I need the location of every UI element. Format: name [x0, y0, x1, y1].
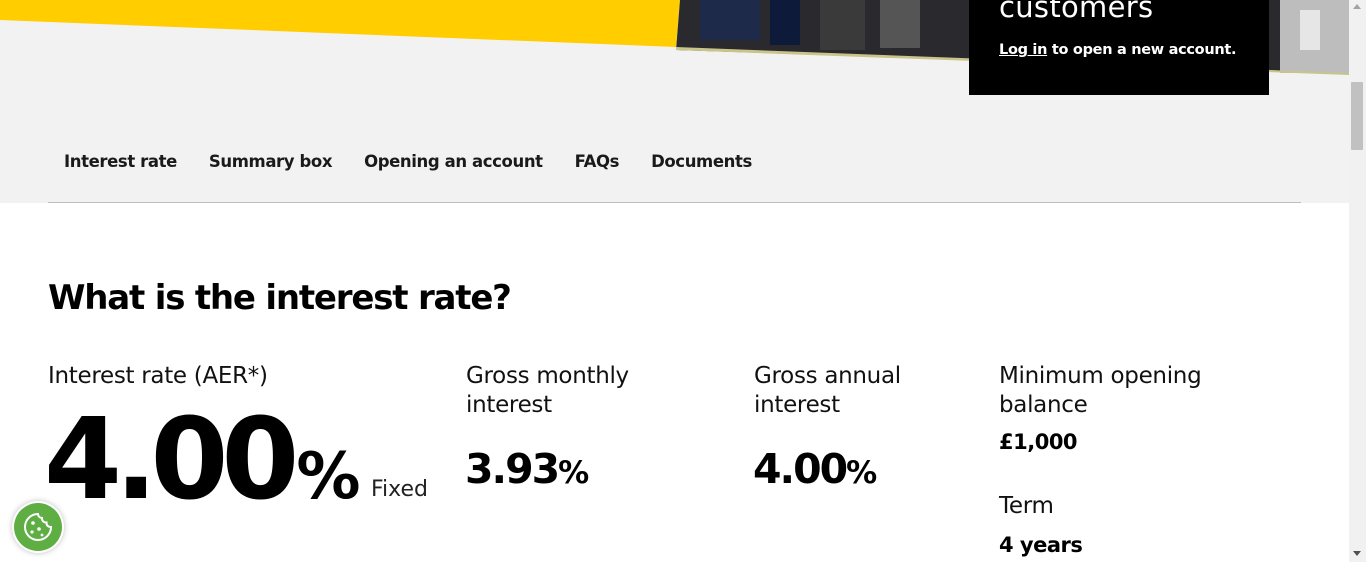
section-tabs: Interest rate Summary box Opening an acc… — [48, 143, 768, 183]
tab-interest-rate[interactable]: Interest rate — [48, 143, 193, 183]
promo-text-suffix: to open a new account. — [1047, 42, 1237, 58]
page-viewport: customers Log in to open a new account. … — [0, 0, 1349, 562]
login-link[interactable]: Log in — [999, 42, 1047, 58]
gross-monthly-value: 3.93% — [465, 445, 589, 493]
term-value: 4 years — [999, 533, 1083, 557]
tab-faqs[interactable]: FAQs — [559, 143, 635, 183]
minimum-opening-label: Minimum opening balance — [999, 363, 1202, 418]
gross-annual-label: Gross annual interest — [754, 363, 901, 418]
section-title: What is the interest rate? — [48, 278, 512, 318]
tab-summary-box[interactable]: Summary box — [193, 143, 348, 183]
tab-opening-an-account[interactable]: Opening an account — [348, 143, 559, 183]
cookie-settings-button[interactable] — [14, 503, 62, 551]
existing-customers-promo: customers Log in to open a new account. — [969, 0, 1269, 95]
cookie-icon — [24, 512, 53, 541]
interest-rate-label: Interest rate (AER*) — [48, 363, 268, 389]
scroll-up-icon[interactable] — [1353, 4, 1361, 9]
vertical-scrollbar[interactable] — [1349, 0, 1366, 562]
gross-monthly-unit: % — [558, 455, 589, 491]
hero-banner: customers Log in to open a new account. … — [0, 0, 1349, 203]
scroll-down-icon[interactable] — [1353, 551, 1361, 556]
interest-rate-number: 4.00 — [44, 395, 299, 525]
gross-annual-number: 4.00 — [753, 445, 848, 493]
gross-monthly-number: 3.93 — [465, 445, 560, 493]
promo-heading: customers — [999, 0, 1154, 24]
interest-rate-value: 4.00% — [44, 400, 360, 537]
interest-rate-type: Fixed — [371, 477, 429, 502]
tabs-divider — [48, 202, 1301, 203]
promo-text: Log in to open a new account. — [999, 42, 1237, 58]
tab-documents[interactable]: Documents — [635, 143, 768, 183]
interest-rate-unit: % — [296, 440, 360, 514]
gross-monthly-label: Gross monthly interest — [466, 363, 629, 418]
minimum-opening-value: £1,000 — [999, 430, 1078, 454]
gross-annual-unit: % — [846, 455, 877, 491]
scrollbar-thumb[interactable] — [1351, 82, 1363, 150]
gross-annual-value: 4.00% — [753, 445, 877, 493]
term-label: Term — [999, 493, 1054, 519]
